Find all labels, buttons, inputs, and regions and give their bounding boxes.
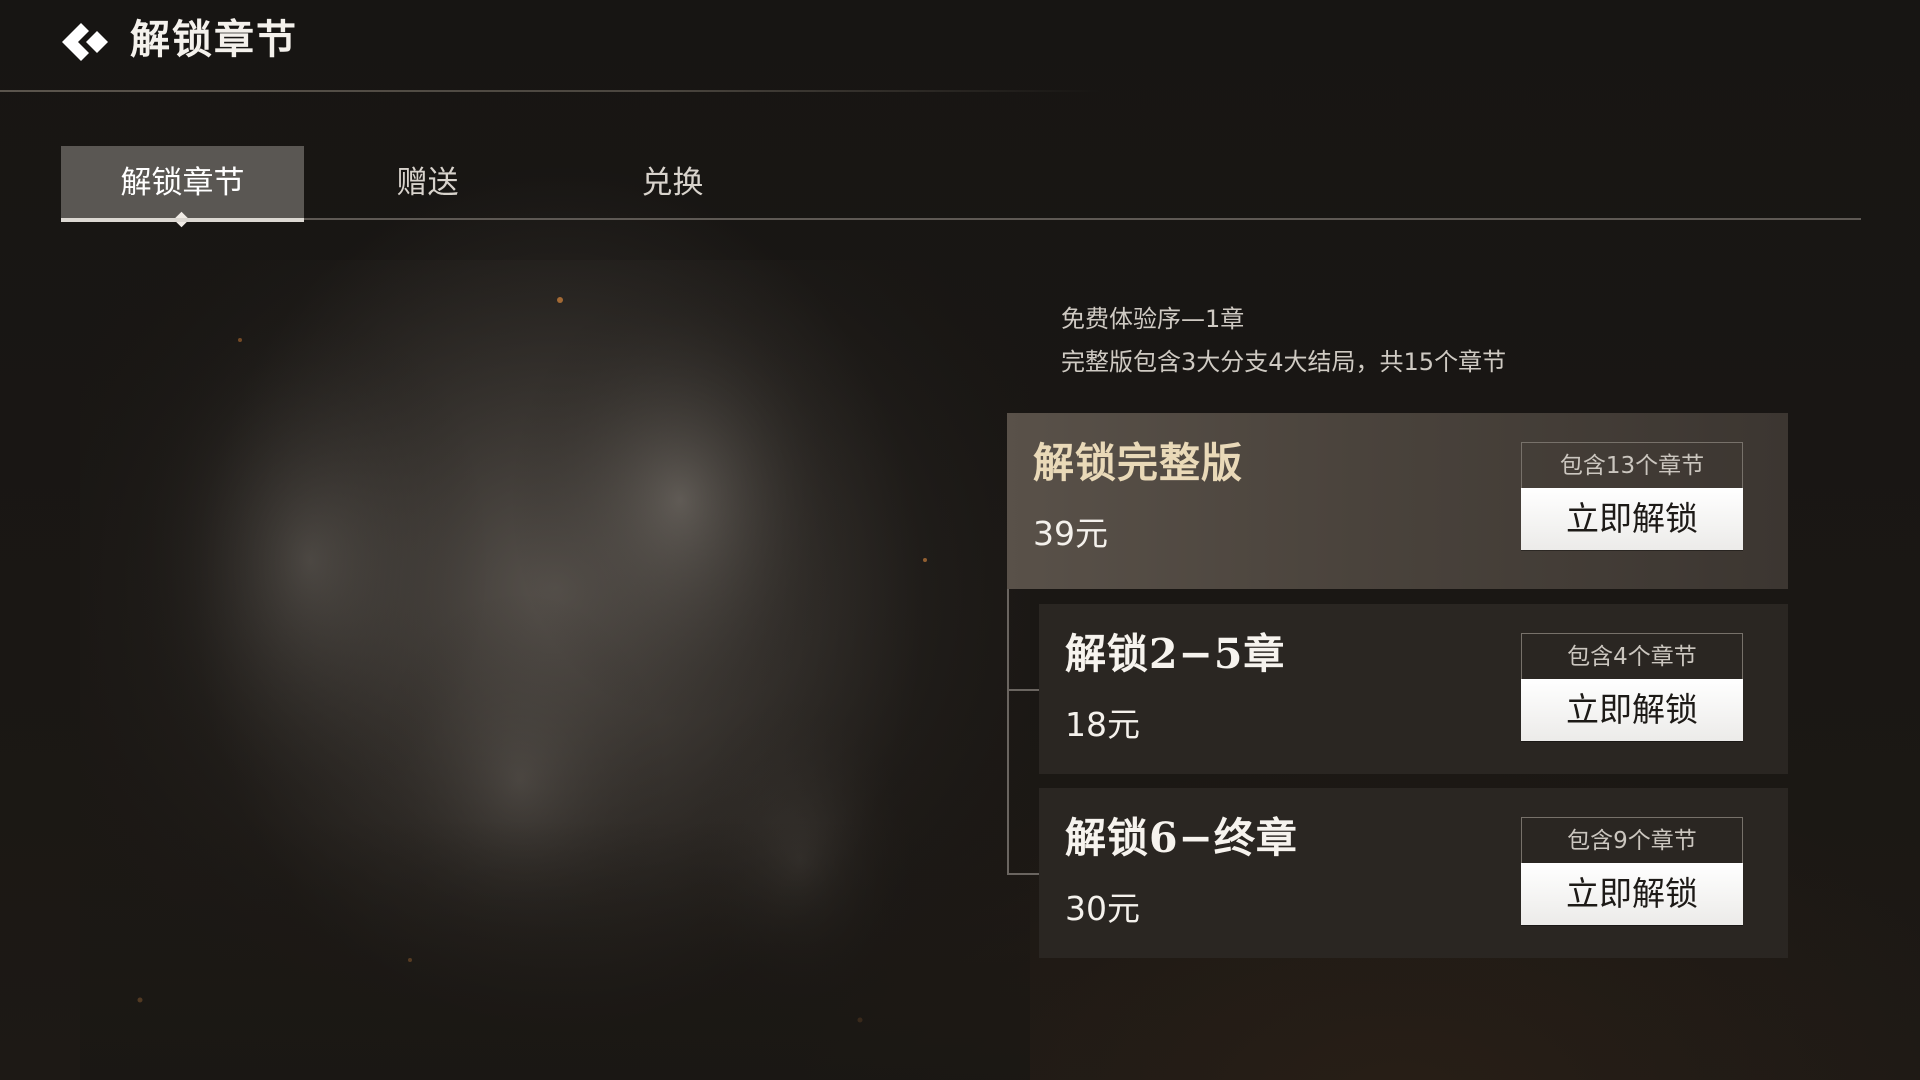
tab-gift[interactable]: 赠送 <box>306 146 549 220</box>
offer-price: 18元 <box>1065 705 1140 744</box>
offer-title: 解锁6−终章 <box>1065 814 1298 862</box>
unlock-now-button[interactable]: 立即解锁 <box>1521 488 1743 550</box>
offer-chapters-6-final: 解锁6−终章 30元 包含9个章节 立即解锁 <box>1039 788 1788 958</box>
tab-unlock-chapters[interactable]: 解锁章节 <box>61 146 304 228</box>
back-button[interactable] <box>56 14 112 70</box>
unlock-chapters-screen: 解锁章节 解锁章节 赠送 兑换 免费体验序—1章 完整版包含3大分支4大结局，共… <box>0 0 1920 1080</box>
bracket-tick <box>1009 873 1041 875</box>
offer-title: 解锁2−5章 <box>1065 630 1286 678</box>
header: 解锁章节 <box>0 0 1920 92</box>
offer-price: 39元 <box>1033 514 1108 553</box>
offer-price: 30元 <box>1065 889 1140 928</box>
chapter-count-label: 包含9个章节 <box>1521 817 1743 863</box>
active-tab-indicator-icon <box>173 211 190 228</box>
edition-info: 免费体验序—1章 完整版包含3大分支4大结局，共15个章节 <box>1061 298 1506 384</box>
offer-full-edition: 解锁完整版 39元 包含13个章节 立即解锁 <box>1007 413 1788 589</box>
tab-label: 解锁章节 <box>120 165 245 201</box>
tab-bar: 解锁章节 赠送 兑换 <box>61 146 1861 228</box>
unlock-now-button[interactable]: 立即解锁 <box>1521 679 1743 741</box>
back-chevron-icon <box>62 23 108 61</box>
hero-illustration <box>80 260 1030 1080</box>
offer-bracket <box>1007 588 1041 875</box>
bracket-tick <box>1009 689 1041 691</box>
tab-label: 兑换 <box>641 165 704 201</box>
offer-title: 解锁完整版 <box>1033 439 1243 487</box>
tab-label: 赠送 <box>396 165 459 201</box>
page-title: 解锁章节 <box>130 16 298 63</box>
header-divider <box>0 90 1100 92</box>
chapter-count-label: 包含4个章节 <box>1521 633 1743 679</box>
offer-chapters-2-5: 解锁2−5章 18元 包含4个章节 立即解锁 <box>1039 604 1788 774</box>
tab-redeem[interactable]: 兑换 <box>551 146 794 220</box>
unlock-now-button[interactable]: 立即解锁 <box>1521 863 1743 925</box>
hero-artwork <box>80 260 1030 1080</box>
chapter-count-label: 包含13个章节 <box>1521 442 1743 488</box>
free-trial-text: 免费体验序—1章 <box>1061 305 1245 333</box>
full-edition-description: 完整版包含3大分支4大结局，共15个章节 <box>1061 348 1507 376</box>
